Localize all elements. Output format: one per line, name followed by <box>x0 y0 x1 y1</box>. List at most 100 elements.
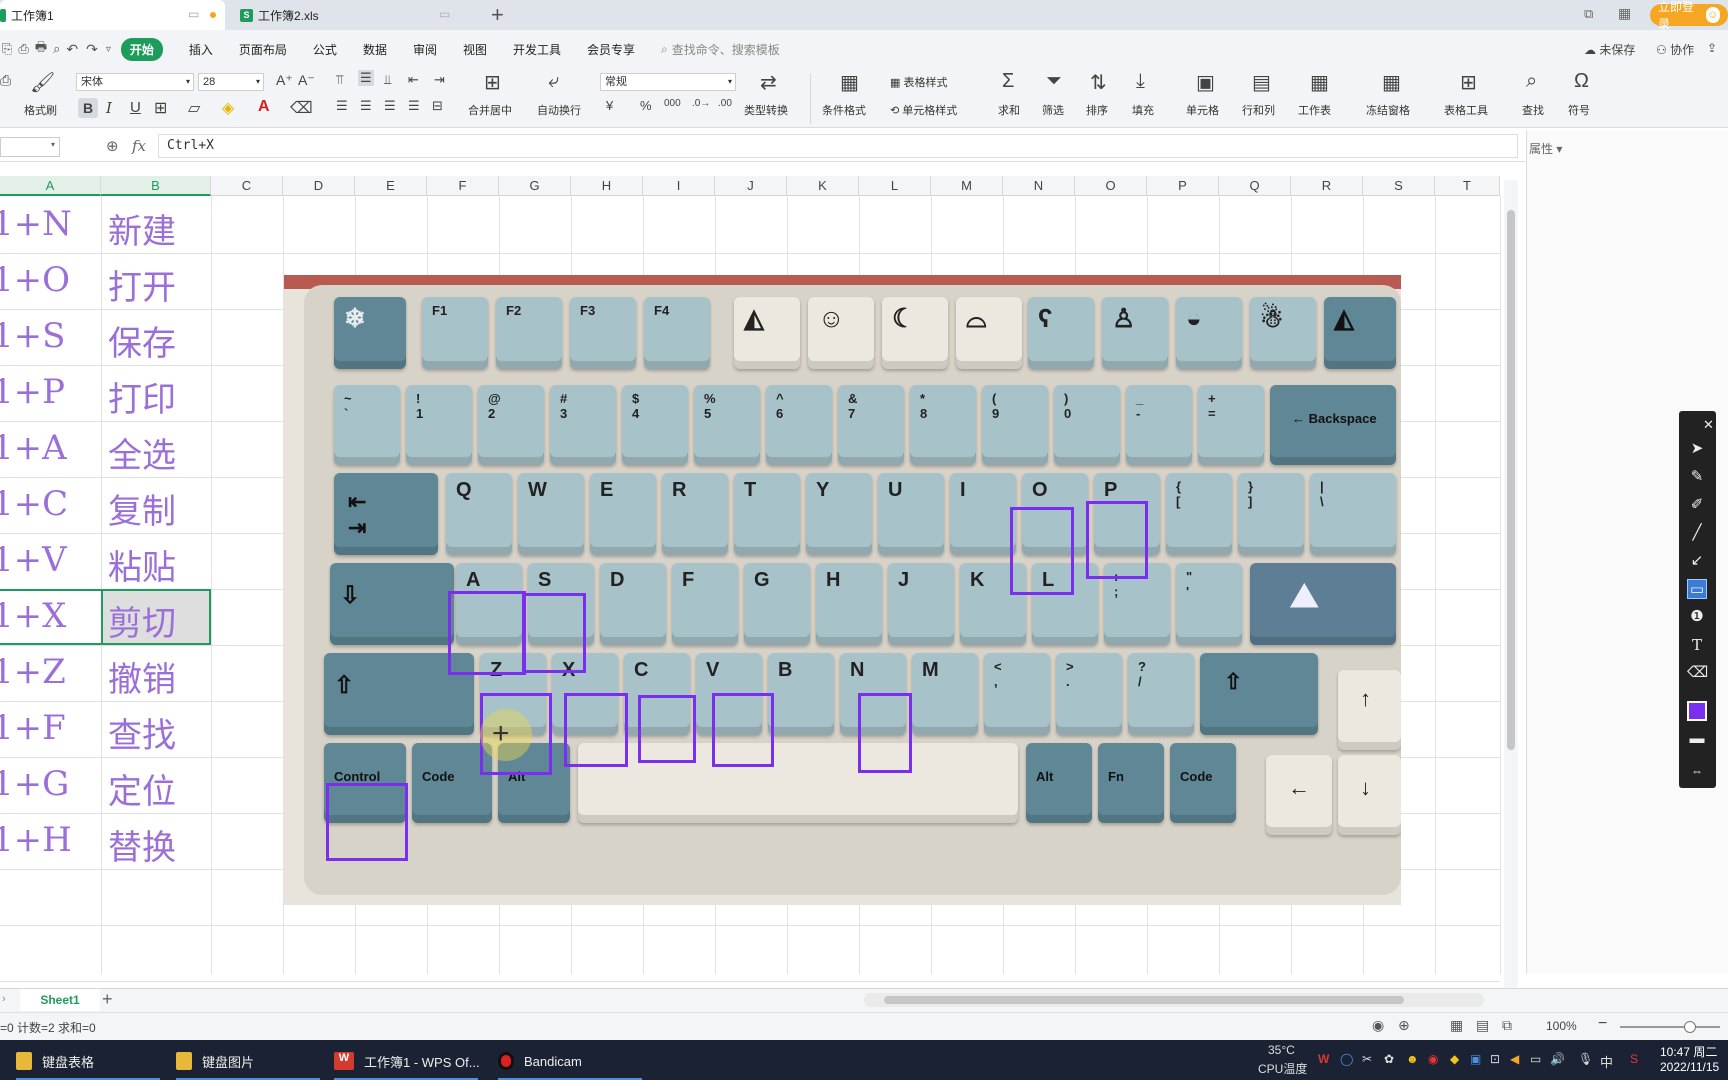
cell-a[interactable]: 1+H <box>0 820 72 860</box>
conditional-format-button[interactable]: 条件格式 <box>822 102 866 118</box>
sheet-nav-icon[interactable]: › <box>2 993 6 1005</box>
type-convert-button[interactable]: 类型转换 <box>744 102 788 118</box>
symbol-button[interactable]: 符号 <box>1568 102 1590 118</box>
cloud-unsaved[interactable]: ☁ 未保存 <box>1584 41 1635 58</box>
name-box[interactable]: ▾ <box>0 137 60 157</box>
pen-icon[interactable]: ✎ <box>1687 467 1707 487</box>
cell-b[interactable]: 剪切 <box>108 596 176 645</box>
save-doc-icon[interactable]: ⎘ <box>2 41 12 57</box>
close-icon[interactable]: ✕ <box>1703 415 1714 435</box>
tray-icon[interactable]: ✂ <box>1362 1052 1372 1066</box>
menu-page-layout[interactable]: 页面布局 <box>239 41 287 58</box>
taskbar-item-bandicam[interactable]: Bandicam <box>498 1046 582 1076</box>
column-header[interactable]: I <box>643 176 715 196</box>
menu-review[interactable]: 审阅 <box>413 41 437 58</box>
line-width-icon[interactable]: ▬ <box>1687 729 1707 749</box>
cell-b[interactable]: 打印 <box>108 372 176 421</box>
font-name-select[interactable]: 宋体 ▾ <box>76 73 194 91</box>
format-painter-icon[interactable]: 🖌 <box>30 70 55 95</box>
column-header[interactable]: C <box>211 176 283 196</box>
tray-icon[interactable]: ◀ <box>1510 1052 1519 1066</box>
sheet-tab-sheet1[interactable]: Sheet1 <box>20 989 100 1011</box>
currency-icon[interactable]: ¥ <box>606 98 613 113</box>
property-panel-title[interactable]: 属性 ▾ <box>1529 140 1562 157</box>
column-header[interactable]: R <box>1291 176 1363 196</box>
column-header[interactable]: L <box>859 176 931 196</box>
cell-a[interactable]: 1+V <box>0 540 67 580</box>
type-convert-icon[interactable]: ⇄ <box>760 70 777 95</box>
cell-a[interactable]: 1+G <box>0 764 69 804</box>
column-header[interactable]: T <box>1435 176 1500 196</box>
quick-access-chevron-icon[interactable]: ▿ <box>106 44 111 55</box>
symbol-icon[interactable]: Ω <box>1574 70 1589 93</box>
font-color-icon[interactable]: A <box>258 98 270 116</box>
cell-b[interactable]: 复制 <box>108 484 176 533</box>
distributed-icon[interactable]: ⊟ <box>432 98 443 114</box>
cell-b[interactable]: 替换 <box>108 820 176 869</box>
ime-indicator[interactable]: 中 <box>1600 1052 1613 1071</box>
thousands-icon[interactable]: 000 <box>664 98 681 109</box>
indent-increase-icon[interactable]: ⇥ <box>434 72 445 88</box>
monitor-icon[interactable]: ▭ <box>188 7 199 21</box>
text-tool-icon[interactable]: T <box>1687 635 1707 655</box>
column-header[interactable]: N <box>1003 176 1075 196</box>
table-tools-button[interactable]: 表格工具 <box>1444 102 1488 118</box>
conditional-format-icon[interactable]: ▦ <box>840 70 859 95</box>
login-button[interactable]: 立即登录 ☺ <box>1650 0 1728 31</box>
worksheet-button[interactable]: 工作表 <box>1298 102 1331 118</box>
column-header[interactable]: Q <box>1219 176 1291 196</box>
column-header[interactable]: S <box>1363 176 1435 196</box>
fx-icon[interactable]: fx <box>132 137 146 155</box>
align-top-icon[interactable]: ⫪ <box>336 72 343 88</box>
format-painter-label[interactable]: 格式刷 <box>24 102 57 118</box>
sort-icon[interactable]: ⇅ <box>1090 70 1107 95</box>
rows-cols-icon[interactable]: ▤ <box>1252 70 1271 95</box>
tray-icon[interactable]: ⊡ <box>1490 1052 1500 1066</box>
taskbar-item-folder1[interactable]: 键盘表格 <box>16 1046 94 1076</box>
column-header[interactable]: K <box>787 176 859 196</box>
wrap-text-icon[interactable]: ⤶ <box>548 70 559 93</box>
zoom-formula-icon[interactable]: ⊕ <box>106 137 119 155</box>
cell-b[interactable]: 保存 <box>108 316 176 365</box>
add-sheet-icon[interactable]: + <box>102 989 113 1010</box>
column-header[interactable]: E <box>355 176 427 196</box>
zoom-slider-handle[interactable] <box>1684 1021 1696 1033</box>
arrow-tool-icon[interactable]: ↙ <box>1687 551 1707 571</box>
column-header[interactable]: A <box>0 176 101 196</box>
line-icon[interactable]: ╱ <box>1687 523 1707 543</box>
cell-a[interactable]: 1+N <box>0 204 72 244</box>
increase-decimal-icon[interactable]: .0→ <box>692 98 710 109</box>
filter-button[interactable]: 筛选 <box>1042 102 1064 118</box>
tray-icon[interactable]: ☻ <box>1406 1052 1419 1066</box>
redo-icon[interactable]: ↷ <box>86 41 98 58</box>
cell-b[interactable]: 新建 <box>108 204 176 253</box>
cell-style-icon[interactable]: ▱ <box>188 98 200 118</box>
command-search[interactable]: 查找命令、搜索模板 <box>672 41 780 58</box>
wps-tray-icon[interactable]: W <box>1318 1052 1329 1066</box>
tray-icon[interactable]: ◆ <box>1450 1052 1459 1066</box>
fill-color-icon[interactable]: ◈ <box>222 98 234 118</box>
sum-icon[interactable]: Σ <box>1002 70 1014 93</box>
page-view-icon[interactable]: ▤ <box>1476 1017 1489 1034</box>
grid-apps-icon[interactable]: ▦ <box>1618 5 1631 22</box>
cell-a[interactable]: 1+P <box>0 372 65 412</box>
cell-b[interactable]: 全选 <box>108 428 176 477</box>
record-tray-icon[interactable]: ◉ <box>1428 1052 1438 1066</box>
grow-font-icon[interactable]: A⁺ <box>276 72 293 89</box>
menu-data[interactable]: 数据 <box>363 41 387 58</box>
align-middle-icon[interactable]: ☰ <box>358 70 374 86</box>
cell-a[interactable]: 1+F <box>0 708 66 748</box>
underline-icon[interactable]: U <box>130 99 141 116</box>
column-header[interactable]: P <box>1147 176 1219 196</box>
cell-b[interactable]: 查找 <box>108 708 176 757</box>
share-icon[interactable]: ⇪ <box>1707 41 1717 55</box>
table-tools-icon[interactable]: ⊞ <box>1460 70 1477 95</box>
align-bottom-icon[interactable]: ⫫ <box>384 72 391 88</box>
menu-dev-tools[interactable]: 开发工具 <box>513 41 561 58</box>
column-header[interactable]: M <box>931 176 1003 196</box>
menu-formula[interactable]: 公式 <box>313 41 337 58</box>
preview-icon[interactable]: ⌕ <box>53 41 60 57</box>
tab-workbook1[interactable]: 工作簿1 ▭ <box>0 0 225 30</box>
sogou-icon[interactable]: S <box>1630 1052 1638 1066</box>
normal-view-icon[interactable]: ▦ <box>1450 1017 1463 1034</box>
